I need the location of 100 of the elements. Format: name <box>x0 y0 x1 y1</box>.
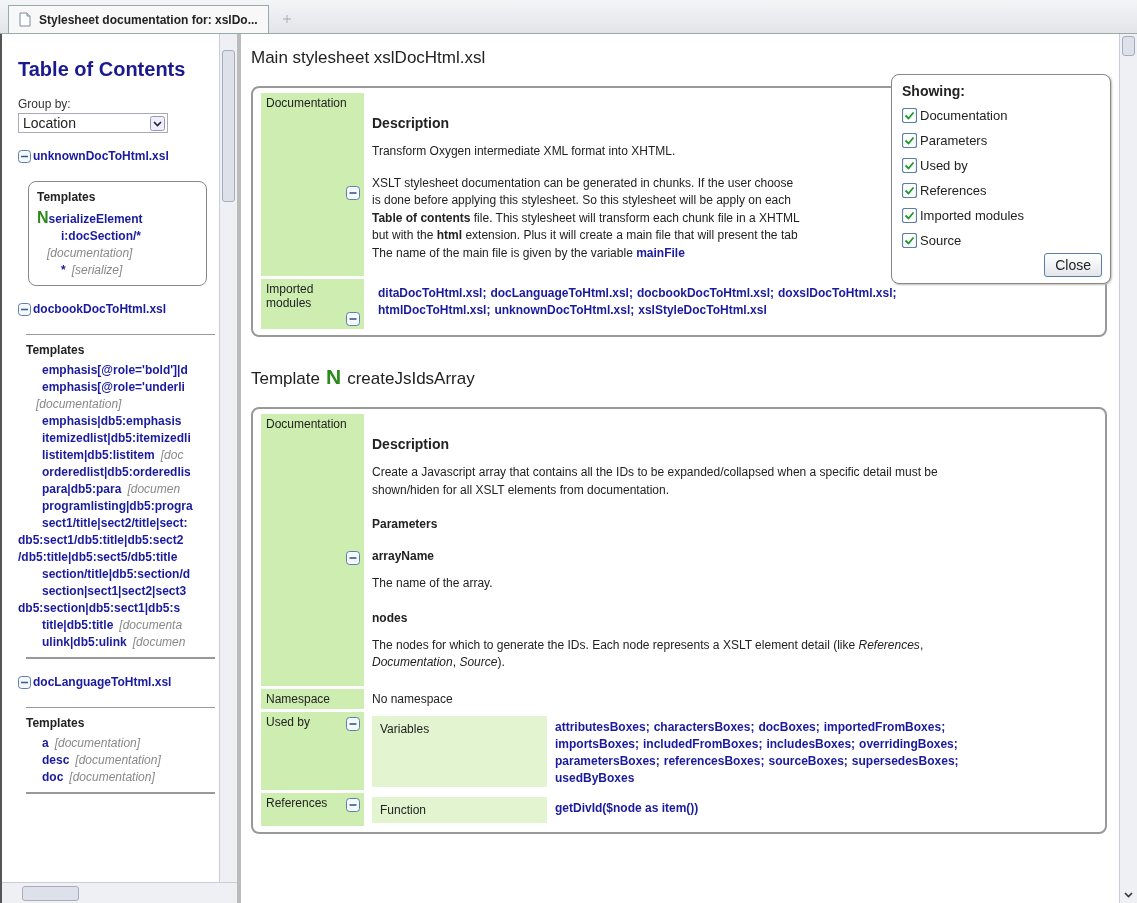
file-link[interactable]: docbookDocToHtml.xsl <box>33 302 167 316</box>
mode-label: [documen <box>127 482 181 496</box>
template-link[interactable]: emphasis[@role='underli <box>42 380 185 394</box>
description-heading: Description <box>372 436 449 452</box>
status-letter: N <box>37 209 49 226</box>
checkbox-label: Source <box>920 233 962 248</box>
description-paragraph: Create a Javascript array that contains all the IDs to be expanded/collapsed when a specific detail must be shown/hiden for all XSLT elements from documentation. <box>372 464 939 499</box>
reference-link[interactable]: supersedesBoxes; <box>851 753 959 768</box>
checkbox[interactable] <box>902 208 917 223</box>
horizontal-scrollbar[interactable] <box>2 882 237 903</box>
module-link[interactable]: ditaDocToHtml.xsl; <box>378 286 487 300</box>
reference-link[interactable]: importsBoxes; <box>555 736 640 751</box>
checkbox-label: Used by <box>920 158 968 173</box>
reference-link[interactable]: overridingBoxes; <box>859 736 958 751</box>
checkbox-label: Imported modules <box>920 208 1025 223</box>
template-link[interactable]: * <box>61 263 66 277</box>
template-link[interactable]: itemizedlist|db5:itemizedli <box>42 431 191 445</box>
template-link[interactable]: db5:sect1/db5:title|db5:sect2 <box>18 533 184 547</box>
template-link[interactable]: para|db5:para <box>42 482 122 496</box>
reference-link[interactable]: sourceBoxes; <box>768 753 848 768</box>
reference-link[interactable]: getDivId($node as item()) <box>555 800 699 815</box>
description-heading: Description <box>372 115 449 131</box>
checkbox[interactable] <box>902 133 917 148</box>
template-link[interactable]: doc <box>42 770 64 784</box>
reference-link[interactable]: docBoxes; <box>758 719 820 734</box>
module-link[interactable]: docbookDocToHtml.xsl; <box>636 286 775 300</box>
template-link[interactable]: serializeElement <box>48 212 143 226</box>
scroll-down-icon[interactable] <box>1121 889 1136 901</box>
caret-icon <box>150 115 165 131</box>
collapse-icon[interactable] <box>346 312 360 326</box>
reference-link[interactable]: parametersBoxes; <box>555 753 660 768</box>
mode-label: [documentation] <box>69 770 155 784</box>
module-link[interactable]: htmlDocToHtml.xsl; <box>378 303 491 317</box>
row-label: References <box>266 795 328 810</box>
parameter-heading: nodes <box>372 610 408 625</box>
checkbox[interactable] <box>902 108 917 123</box>
checkbox[interactable] <box>902 233 917 248</box>
namespace-value: No namespace <box>372 690 454 708</box>
reference-link[interactable]: charactersBoxes; <box>653 719 755 734</box>
mode-label: [documentation] <box>54 736 141 750</box>
browser-tab[interactable]: Stylesheet documentation for: xslDo... <box>8 5 269 33</box>
reference-link[interactable]: includedFromBoxes; <box>643 736 763 751</box>
row-label: Documentation <box>266 417 347 431</box>
mode-label: [documenta <box>119 618 183 632</box>
file-link[interactable]: docLanguageToHtml.xsl <box>33 675 172 689</box>
collapse-icon[interactable] <box>346 716 360 731</box>
module-link[interactable]: unknownDocToHtml.xsl; <box>494 303 635 317</box>
checkbox[interactable] <box>902 183 917 198</box>
checkbox-label: Documentation <box>920 108 1008 123</box>
reference-link[interactable]: attributesBoxes; <box>555 719 650 734</box>
template-link[interactable]: sect1/title|sect2/title|sect: <box>42 516 188 530</box>
collapse-icon[interactable] <box>346 185 360 200</box>
row-label: Documentation <box>266 96 347 110</box>
document-icon <box>19 12 31 27</box>
template-link[interactable]: title|db5:title <box>42 618 114 632</box>
variable-link[interactable]: mainFile <box>636 245 685 260</box>
template-link[interactable]: listitem|db5:listitem <box>42 448 155 462</box>
parameter-heading: arrayName <box>372 549 435 563</box>
file-link[interactable]: unknownDocToHtml.xsl <box>33 149 169 163</box>
reference-link[interactable]: includesBoxes; <box>766 736 856 751</box>
template-link[interactable]: ulink|db5:ulink <box>42 635 127 649</box>
template-link[interactable]: orderedlist|db5:orderedlis <box>42 465 191 479</box>
reference-link[interactable]: importedFromBoxes; <box>823 719 946 734</box>
close-button[interactable]: Close <box>1044 253 1102 277</box>
template-name: createJsIdsArray <box>347 369 475 389</box>
group-by-dropdown[interactable]: Location <box>18 113 168 133</box>
module-link[interactable]: doxslDocToHtml.xsl; <box>778 286 897 300</box>
group-by-label: Group by: <box>18 97 72 111</box>
template-link[interactable]: a <box>42 736 49 750</box>
collapse-icon[interactable] <box>18 675 31 689</box>
template-link[interactable]: section|sect1|sect2|sect3 <box>42 584 187 598</box>
template-link[interactable]: db5:section|db5:sect1|db5:s <box>18 601 181 615</box>
reference-link[interactable]: usedByBoxes <box>555 770 635 785</box>
template-link[interactable]: emphasis[@role='bold']|d <box>42 363 188 377</box>
status-letter: N <box>326 365 342 389</box>
collapse-icon[interactable] <box>346 550 360 565</box>
mode-label: [serialize] <box>71 263 123 277</box>
scroll-thumb[interactable] <box>222 50 235 202</box>
description-paragraph: The name of the array. <box>372 575 494 592</box>
toc-title: Table of Contents <box>18 58 187 81</box>
reference-link[interactable]: referencesBoxes; <box>663 753 765 768</box>
collapse-icon[interactable] <box>346 797 360 812</box>
template-link[interactable]: desc <box>42 753 70 767</box>
scroll-thumb[interactable] <box>1122 36 1135 56</box>
template-link[interactable]: section/title|db5:section/d <box>42 567 191 581</box>
description-paragraph: Transform Oxygen intermediate XML format into XHTML. <box>372 143 677 160</box>
template-link[interactable]: i:docSection/* <box>61 229 141 243</box>
row-label: Namespace <box>266 691 331 706</box>
collapse-icon[interactable] <box>18 302 31 316</box>
template-link[interactable]: emphasis|db5:emphasis <box>42 414 182 428</box>
mode-label: [documentation] <box>75 753 161 767</box>
template-link[interactable]: programlisting|db5:progra <box>42 499 193 513</box>
module-link[interactable]: xslStyleDocToHtml.xsl <box>638 303 767 317</box>
checkbox[interactable] <box>902 158 917 173</box>
section-heading: Templates <box>37 190 97 204</box>
module-link[interactable]: docLanguageToHtml.xsl; <box>490 286 633 300</box>
section-title: Main stylesheet xslDocHtml.xsl <box>251 48 486 68</box>
collapse-icon[interactable] <box>18 149 31 163</box>
section-title: Template <box>251 369 320 389</box>
template-link[interactable]: /db5:title|db5:sect5/db5:title <box>18 550 178 564</box>
